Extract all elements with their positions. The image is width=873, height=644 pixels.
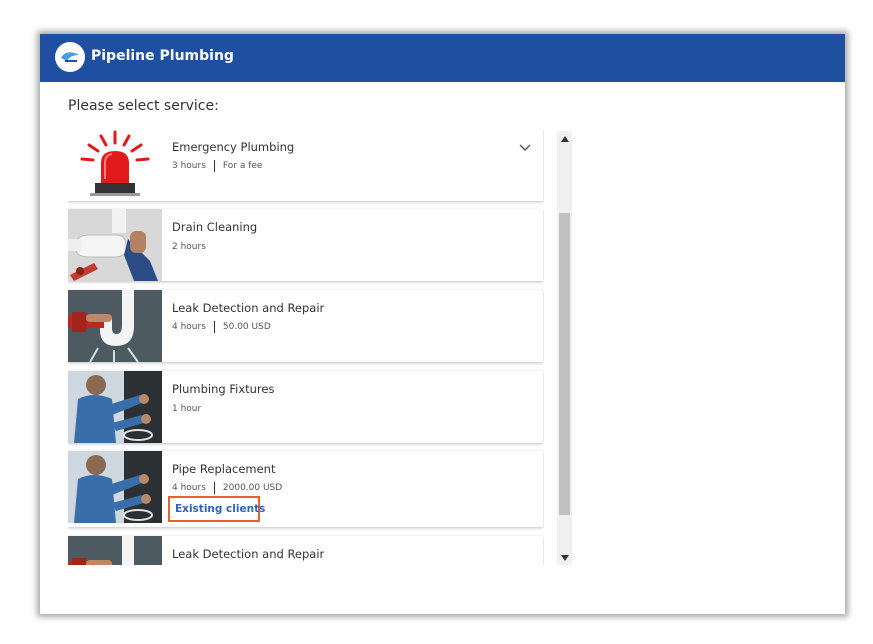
meta-separator [213,482,215,494]
scroll-up-arrow-icon[interactable] [557,131,572,146]
booking-window: Pipeline Plumbing Please select service: [40,34,845,614]
meta-separator [213,321,215,333]
service-card-emergency-plumbing[interactable]: Emergency Plumbing 3 hours For a fee [68,129,543,201]
scrollbar-thumb[interactable] [559,213,570,515]
service-card-pipe-replacement[interactable]: Pipe Replacement 4 hours 2000.00 USD Exi… [68,451,543,527]
service-price: For a fee [222,161,263,171]
scroll-down-arrow-icon[interactable] [557,550,572,565]
service-price: 50.00 USD [222,322,271,332]
pipeline-plumbing-logo [55,42,85,72]
service-prompt: Please select service: [68,98,219,114]
service-duration: 2 hours [172,242,206,252]
service-meta: 2 hours [172,242,206,252]
service-meta: 1 hour [172,404,201,414]
service-name: Drain Cleaning [172,220,258,234]
plumber-under-sink-image [68,451,162,523]
service-card-leak-detection[interactable]: Leak Detection and Repair 4 hours 50.00 … [68,290,543,362]
service-duration: 1 hour [172,404,202,414]
red-siren-light-image [68,129,162,201]
service-card-drain-cleaning[interactable]: Drain Cleaning 2 hours [68,209,543,281]
app-title: Pipeline Plumbing [91,48,234,64]
service-card-leak-detection-2[interactable]: Leak Detection and Repair [68,536,543,565]
meta-separator [213,160,215,172]
service-list: Emergency Plumbing 3 hours For a fee Dra… [68,129,544,565]
chevron-down-icon[interactable] [518,139,532,153]
service-name: Plumbing Fixtures [172,382,275,396]
service-name: Pipe Replacement [172,462,276,476]
service-meta: 3 hours For a fee [172,160,262,172]
service-name: Emergency Plumbing [172,140,295,154]
leaking-pipe-image [68,536,162,565]
service-price: 2000.00 USD [222,483,283,493]
app-header: Pipeline Plumbing [40,34,845,82]
service-duration: 4 hours [172,322,206,332]
existing-clients-link[interactable]: Existing clients [175,503,265,515]
service-duration: 4 hours [172,483,206,493]
service-meta: 4 hours 50.00 USD [172,321,271,333]
service-name: Leak Detection and Repair [172,301,325,315]
service-meta: 4 hours 2000.00 USD [172,482,282,494]
service-duration: 3 hours [172,161,206,171]
service-list-scrollbar[interactable] [557,131,572,565]
leaking-pipe-image [68,290,162,362]
service-name: Leak Detection and Repair [172,547,325,561]
plumber-under-sink-image [68,371,162,443]
service-card-plumbing-fixtures[interactable]: Plumbing Fixtures 1 hour [68,371,543,443]
drain-pipe-wrench-image [68,209,162,281]
